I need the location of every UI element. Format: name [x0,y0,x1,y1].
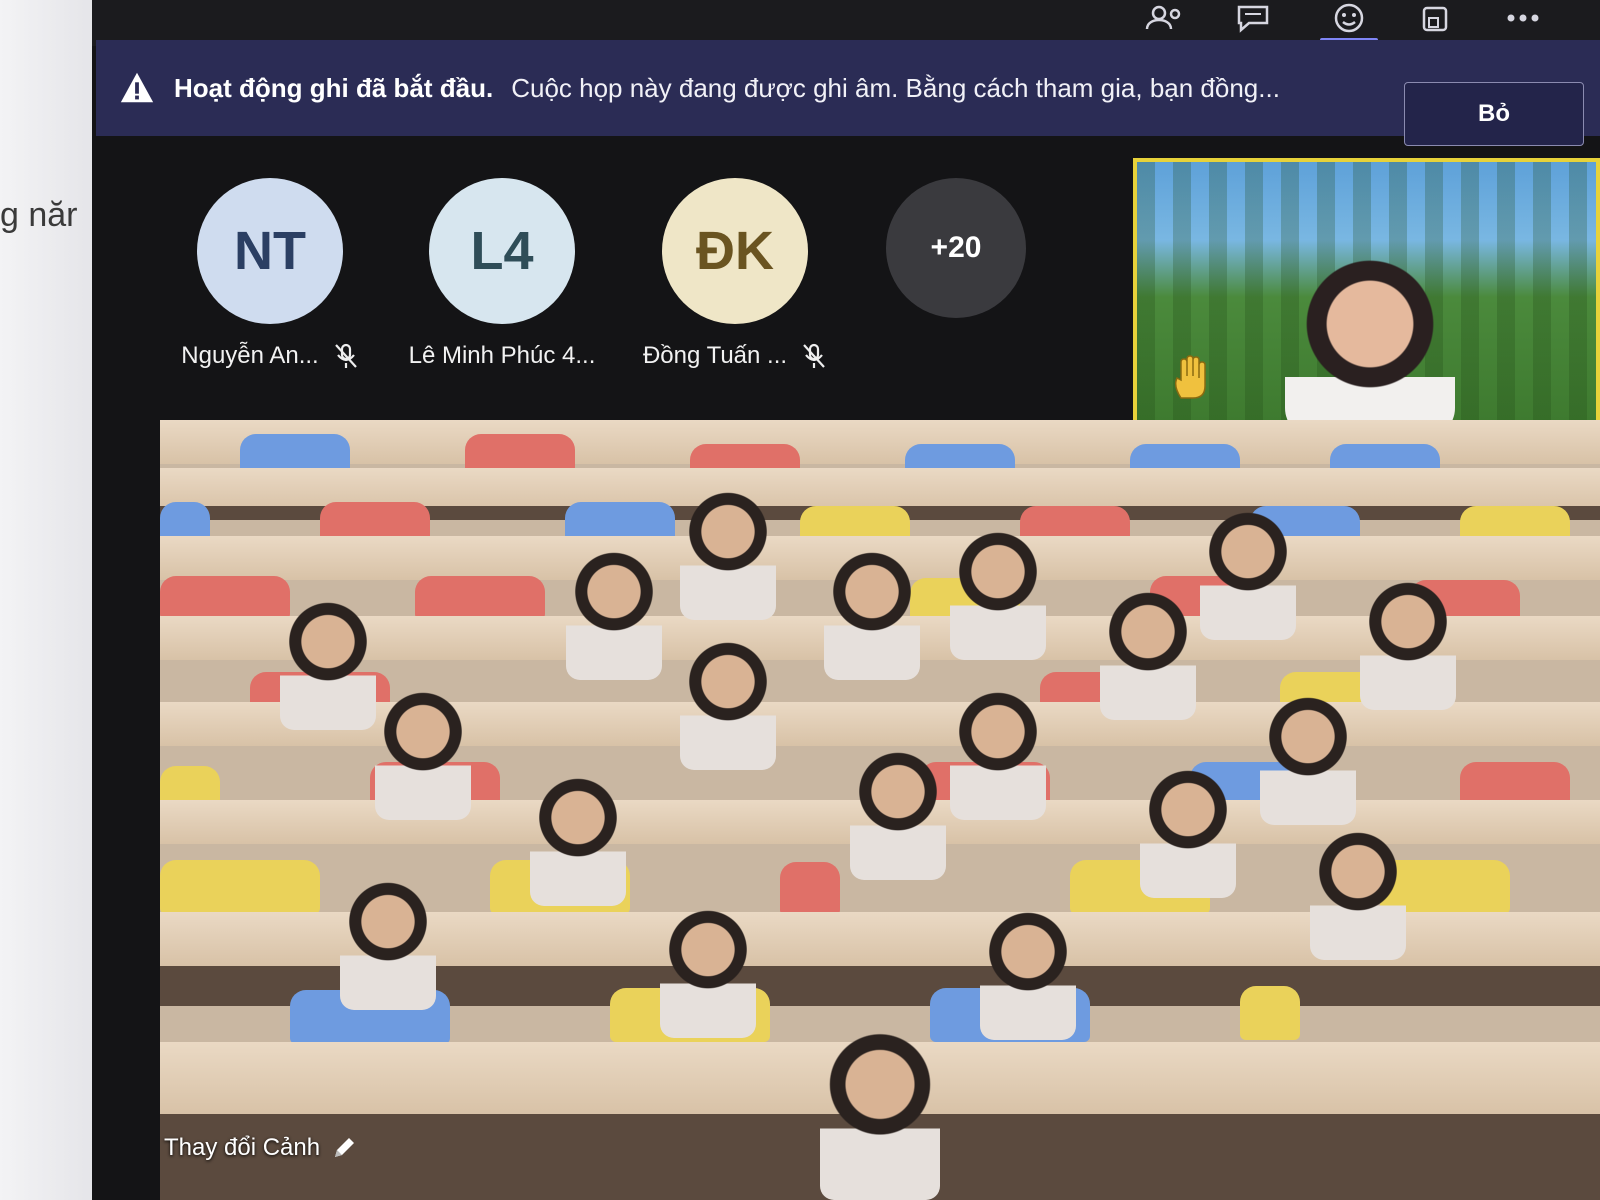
participant-tile[interactable]: L4 Lê Minh Phúc 4... [402,178,602,370]
warning-icon [120,72,154,103]
student-video [530,776,626,906]
student-video [1360,580,1456,710]
self-video-tile[interactable] [1133,158,1600,426]
student-video [1100,590,1196,720]
participant-name: Đồng Tuấn ... [642,342,788,369]
teams-meeting-window: Hoạt động ghi đã bắt đầu. Cuộc họp này đ… [92,0,1600,1200]
student-video [824,550,920,680]
overflow-count: +20 [886,178,1026,318]
avatar: L4 [429,178,575,324]
avatar: ĐK [662,178,808,324]
student-video [340,880,436,1010]
student-video [1260,695,1356,825]
student-video [1200,510,1296,640]
overflow-participants[interactable]: +20 [856,178,1056,318]
banner-title: Hoạt động ghi đã bắt đầu. [174,72,494,103]
student-video [1140,768,1236,898]
background-document: g năr [0,0,100,1200]
participant-tile[interactable]: NT Nguyễn An... [170,178,370,370]
student-video [660,908,756,1038]
together-mode-stage [160,420,1600,1200]
student-video [1310,830,1406,960]
mic-off-icon [803,343,825,368]
recording-banner: Hoạt động ghi đã bắt đầu. Cuộc họp này đ… [96,40,1600,146]
student-video [850,750,946,880]
document-text: g năr [0,196,78,234]
presenter-video [1285,248,1455,422]
student-video [680,640,776,770]
change-scene-label: Thay đổi Cảnh [164,1134,321,1161]
participant-name: Nguyễn An... [181,342,319,369]
student-video [950,530,1046,660]
more-icon[interactable] [1500,0,1546,36]
reactions-icon[interactable] [1326,0,1372,36]
raise-hand-icon [1174,355,1206,399]
banner-message: Cuộc họp này đang được ghi âm. Bằng cách… [511,72,1280,103]
student-video [980,910,1076,1040]
people-icon[interactable] [1142,0,1188,36]
student-video [280,600,376,730]
student-video [950,690,1046,820]
dismiss-button[interactable]: Bỏ [1404,82,1584,146]
student-video [375,690,471,820]
pencil-icon [335,1138,355,1157]
student-video [566,550,662,680]
chat-icon[interactable] [1230,0,1276,36]
student-video [680,490,776,620]
participant-name: Lê Minh Phúc 4... [408,342,596,369]
mic-off-icon [334,343,357,368]
teacher-video [820,1030,940,1200]
participant-tile[interactable]: ĐK Đồng Tuấn ... [635,178,835,370]
avatar: NT [197,178,343,324]
change-scene-button[interactable]: Thay đổi Cảnh [164,1134,358,1162]
share-icon[interactable] [1412,0,1458,36]
